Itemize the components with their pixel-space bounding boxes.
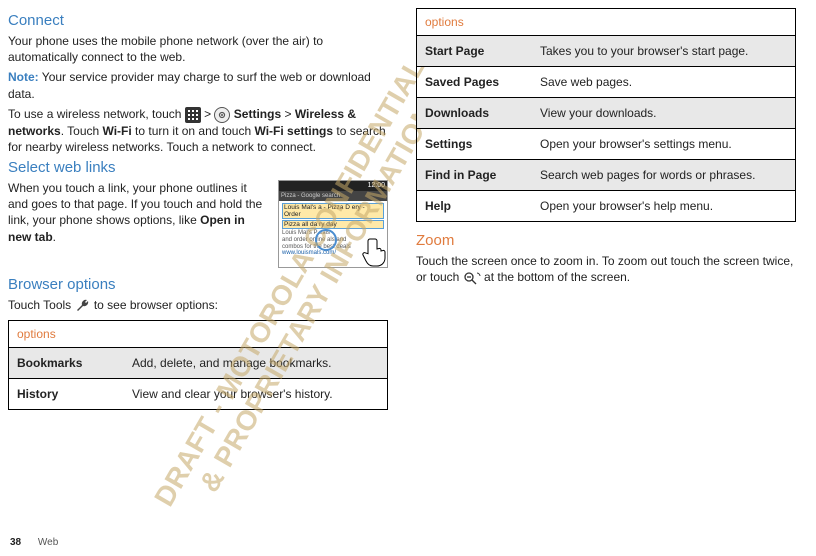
bopts-text-a: Touch Tools — [8, 298, 75, 312]
zoom-out-icon — [463, 271, 481, 285]
table-cell-key: Saved Pages — [417, 67, 532, 97]
wrench-icon — [75, 298, 91, 314]
zoom-paragraph: Touch the screen once to zoom in. To zoo… — [416, 253, 796, 285]
table-cell-value: View and clear your browser's history. — [124, 379, 387, 409]
table-row: Find in Page Search web pages for words … — [417, 159, 795, 190]
apps-grid-icon — [185, 107, 201, 123]
table-cell-key: Downloads — [417, 98, 532, 128]
heading-browser-options: Browser options — [8, 276, 388, 293]
table-row: Help Open your browser's help menu. — [417, 190, 795, 221]
zoom-text-b: at the bottom of the screen. — [484, 270, 630, 284]
heading-zoom: Zoom — [416, 232, 796, 249]
table-cell-value: Open your browser's settings menu. — [532, 129, 795, 159]
wifi-label: Wi-Fi — [103, 124, 132, 138]
wifi-gt-2: > — [284, 107, 294, 121]
table-cell-key: Find in Page — [417, 160, 532, 190]
thumb-statusbar: 12:00 — [279, 181, 387, 191]
wifi-text-d: to turn it on and touch — [132, 124, 255, 138]
table-cell-value: View your downloads. — [532, 98, 795, 128]
table-cell-key: Start Page — [417, 36, 532, 66]
thumb-time: 12:00 — [367, 182, 385, 189]
table-cell-key: Settings — [417, 129, 532, 159]
page-footer: 38 Web — [10, 537, 58, 548]
table-cell-value: Save web pages. — [532, 67, 795, 97]
wifi-text-c: . Touch — [61, 124, 103, 138]
table-cell-key: History — [9, 379, 124, 409]
connect-paragraph: Your phone uses the mobile phone network… — [8, 33, 388, 65]
section-name: Web — [38, 537, 58, 548]
note-text: Your service provider may charge to surf… — [8, 70, 371, 100]
right-column: options Start Page Takes you to your bro… — [416, 8, 796, 410]
thumb-content: Louis Mal's a - Pizza D ery - Order Pizz… — [279, 201, 387, 265]
table-header-right: options — [417, 9, 795, 35]
wifi-settings-label: Wi-Fi settings — [254, 124, 333, 138]
table-cell-value: Takes you to your browser's start page. — [532, 36, 795, 66]
links-text-b: . — [53, 230, 56, 244]
heading-connect: Connect — [8, 12, 388, 29]
thumb-urlbar: Pizza - Google search — [279, 191, 387, 201]
heading-select-links: Select web links — [8, 159, 388, 176]
phone-screenshot-thumb: 12:00 Pizza - Google search Louis Mal's … — [278, 180, 388, 268]
table-row: Start Page Takes you to your browser's s… — [417, 35, 795, 66]
table-row: Saved Pages Save web pages. — [417, 66, 795, 97]
table-row: Bookmarks Add, delete, and manage bookma… — [9, 347, 387, 378]
wifi-paragraph: To use a wireless network, touch > Setti… — [8, 106, 388, 155]
table-cell-key: Bookmarks — [9, 348, 124, 378]
wifi-gt: > — [204, 107, 214, 121]
note-label: Note: — [8, 70, 39, 84]
page-number: 38 — [10, 537, 21, 548]
thumb-highlight-2: Pizza all da ry day — [282, 220, 384, 229]
options-table-right: options Start Page Takes you to your bro… — [416, 8, 796, 222]
callout-circle-icon — [315, 229, 337, 251]
wifi-text-a: To use a wireless network, touch — [8, 107, 185, 121]
note-paragraph: Note: Your service provider may charge t… — [8, 69, 388, 101]
table-row: History View and clear your browser's hi… — [9, 378, 387, 409]
table-cell-value: Add, delete, and manage bookmarks. — [124, 348, 387, 378]
options-table-left: options Bookmarks Add, delete, and manag… — [8, 320, 388, 410]
browser-options-paragraph: Touch Tools to see browser options: — [8, 297, 388, 314]
gear-icon — [214, 107, 230, 123]
thumb-highlight-1: Louis Mal's a - Pizza D ery - Order — [282, 203, 384, 219]
table-cell-value: Open your browser's help menu. — [532, 191, 795, 221]
left-column: Connect Your phone uses the mobile phone… — [8, 8, 388, 410]
table-header-left: options — [9, 321, 387, 347]
table-cell-value: Search web pages for words or phrases. — [532, 160, 795, 190]
pointer-hand-icon — [357, 233, 393, 269]
table-row: Settings Open your browser's settings me… — [417, 128, 795, 159]
table-row: Downloads View your downloads. — [417, 97, 795, 128]
settings-label: Settings — [234, 107, 281, 121]
bopts-text-b: to see browser options: — [94, 298, 218, 312]
table-cell-key: Help — [417, 191, 532, 221]
